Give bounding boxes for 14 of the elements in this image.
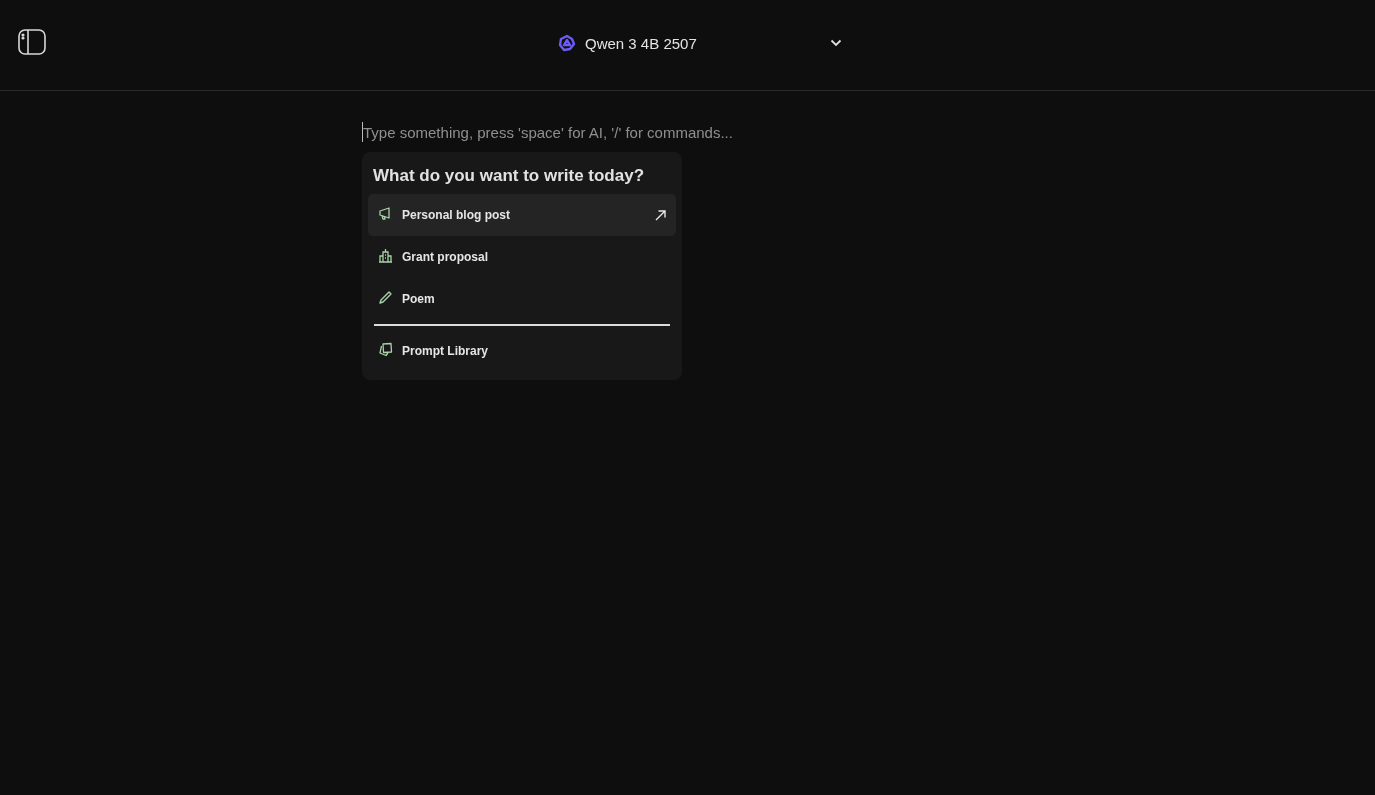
menu-title: What do you want to write today? bbox=[372, 166, 646, 187]
menu-item[interactable]: Grant proposal bbox=[368, 236, 676, 278]
menu-item[interactable]: Poem bbox=[368, 278, 676, 320]
menu-item[interactable]: Personal blog post bbox=[368, 194, 676, 236]
chevron-down-icon bbox=[830, 39, 842, 47]
sidebar-toggle-icon[interactable] bbox=[18, 29, 46, 55]
model-selector[interactable]: Qwen 3 4B 2507 bbox=[558, 34, 842, 52]
menu-item[interactable]: Prompt Library bbox=[368, 330, 676, 372]
arrow-up-right-icon bbox=[655, 209, 666, 221]
megaphone-icon bbox=[378, 205, 393, 221]
pencil-icon bbox=[378, 289, 393, 305]
building-icon bbox=[378, 247, 393, 263]
cards-icon bbox=[378, 341, 393, 357]
editor-field[interactable]: Type something, press 'space' for AI, '/' for commands... bbox=[362, 122, 783, 142]
